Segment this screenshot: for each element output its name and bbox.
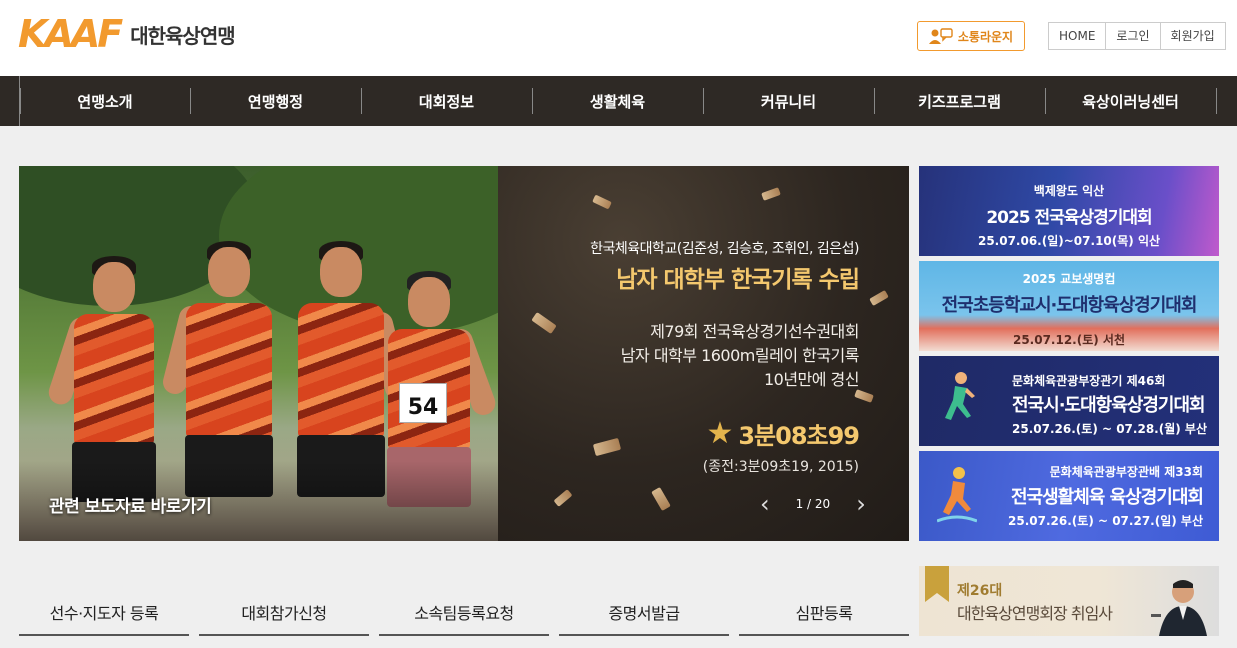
- login-link[interactable]: 로그인: [1106, 23, 1161, 49]
- nav-divider: [1216, 88, 1217, 114]
- banner-date: 25.07.06.(일)~07.10(목) 익산: [977, 234, 1161, 248]
- banner-kicker: 문화체육관광부장관기 제46회: [1012, 374, 1166, 388]
- nav-item-sports-for-all[interactable]: 생활체육: [532, 76, 703, 126]
- banner-provincial-meet[interactable]: 문화체육관광부장관기 제46회 전국시·도대항육상경기대회 25.07.26.(…: [919, 356, 1219, 446]
- nav-item-community[interactable]: 커뮤니티: [703, 76, 874, 126]
- logo-mark: KAAF: [18, 12, 123, 56]
- hero-record: ★ 3분08초99: [706, 416, 860, 451]
- hero-subtitle: 한국체육대학교(김준성, 김승호, 조휘인, 김은섭): [590, 241, 859, 257]
- nav-item-about[interactable]: 연맹소개: [19, 76, 190, 126]
- banner-date: 25.07.26.(토) ~ 07.27.(일) 부산: [1008, 514, 1203, 528]
- race-bib: 54: [399, 383, 447, 423]
- confetti: [869, 290, 889, 306]
- hero-title: 남자 대학부 한국기록 수립: [616, 267, 860, 293]
- banner-national-meet[interactable]: 백제왕도 익산 2025 전국육상경기대회 25.07.06.(일)~07.10…: [919, 166, 1219, 256]
- ribbon-icon: [925, 566, 949, 602]
- chevron-left-icon[interactable]: ‹: [760, 492, 770, 516]
- logo-text: 대한육상연맹: [130, 23, 235, 48]
- confetti: [592, 194, 612, 210]
- banner-kicker: 백제왕도 익산: [1033, 184, 1105, 198]
- banner-kicker: 문화체육관광부장관배 제33회: [1049, 465, 1203, 479]
- hero-text-panel: 한국체육대학교(김준성, 김승호, 조휘인, 김은섭) 남자 대학부 한국기록 …: [498, 166, 909, 541]
- hero-slider: 54 관련 보도자료 바로가기 한국체육대학교(김준성, 김승호, 조휘인, 김…: [19, 166, 909, 541]
- confetti: [854, 389, 874, 403]
- confetti: [651, 486, 671, 512]
- hero-line-1: 제79회 전국육상경기선수권대회: [650, 322, 859, 341]
- banner-title: 전국초등학교시·도대항육상경기대회: [941, 295, 1198, 316]
- chevron-right-icon[interactable]: ›: [856, 492, 866, 516]
- slider-pager: ‹ 1 / 20 ›: [760, 492, 866, 516]
- site-header: KAAF 대한육상연맹 소통라운지 HOME 로그인 회원가입: [0, 0, 1237, 76]
- press-release-link[interactable]: 관련 보도자료 바로가기: [49, 492, 212, 517]
- confetti: [761, 187, 781, 201]
- banner-title: 2025 전국육상경기대회: [986, 208, 1152, 228]
- main-nav: 연맹소개 연맹행정 대회정보 생활체육 커뮤니티 키즈프로그램 육상이러닝센터: [0, 76, 1237, 126]
- confetti: [553, 489, 573, 507]
- nav-item-kids-program[interactable]: 키즈프로그램: [874, 76, 1045, 126]
- quick-link-registration[interactable]: 선수·지도자 등록: [19, 592, 189, 636]
- banner-date: 25.07.12.(토) 서천: [1012, 333, 1126, 347]
- banner-title: 전국생활체육 육상경기대회: [1011, 487, 1204, 508]
- record-value: 3분08초99: [738, 422, 860, 450]
- quick-link-certificate[interactable]: 증명서발급: [559, 592, 729, 636]
- nav-item-elearning[interactable]: 육상이러닝센터: [1045, 76, 1216, 126]
- site-logo[interactable]: KAAF 대한육상연맹: [18, 12, 236, 56]
- quick-link-entry[interactable]: 대회참가신청: [199, 592, 369, 636]
- quick-links: 선수·지도자 등록 대회참가신청 소속팀등록요청 증명서발급 심판등록: [19, 592, 909, 636]
- president-speech-banner[interactable]: 제26대 대한육상연맹회장 취임사: [919, 566, 1219, 636]
- hero-photo[interactable]: 54 관련 보도자료 바로가기: [19, 166, 559, 541]
- chat-user-icon: [928, 28, 953, 44]
- slide-counter: 1 / 20: [795, 497, 831, 511]
- confetti: [531, 312, 557, 334]
- lounge-label: 소통라운지: [957, 29, 1014, 44]
- hero-line-2: 남자 대학부 1600m릴레이 한국기록: [620, 346, 860, 365]
- hero-line-3: 10년만에 경신: [763, 370, 860, 389]
- previous-record: (종전:3분09초19, 2015): [702, 459, 859, 475]
- nav-item-admin[interactable]: 연맹행정: [190, 76, 361, 126]
- runner-icon: [945, 372, 975, 420]
- star-icon: ★: [706, 416, 733, 451]
- confetti: [592, 437, 622, 457]
- banner-elementary-meet[interactable]: 2025 교보생명컵 전국초등학교시·도대항육상경기대회 25.07.12.(토…: [919, 261, 1219, 351]
- banner-title: 대한육상연맹회장 취임사: [957, 604, 1113, 623]
- quick-link-team-request[interactable]: 소속팀등록요청: [379, 592, 549, 636]
- runner-icon: [937, 467, 977, 523]
- quick-link-referee[interactable]: 심판등록: [739, 592, 909, 636]
- banner-title: 전국시·도대항육상경기대회: [1012, 395, 1206, 416]
- president-photo: [1151, 580, 1207, 636]
- lounge-button[interactable]: 소통라운지: [917, 21, 1025, 51]
- banner-kicker: 제26대: [957, 583, 1003, 599]
- nav-item-competitions[interactable]: 대회정보: [361, 76, 532, 126]
- banner-kicker: 2025 교보생명컵: [1022, 272, 1116, 286]
- home-link[interactable]: HOME: [1049, 23, 1107, 49]
- banner-sports-for-all-meet[interactable]: 문화체육관광부장관배 제33회 전국생활체육 육상경기대회 25.07.26.(…: [919, 451, 1219, 541]
- banner-date: 25.07.26.(토) ~ 07.28.(월) 부산: [1012, 422, 1207, 436]
- utility-links: HOME 로그인 회원가입: [1048, 22, 1226, 50]
- signup-link[interactable]: 회원가입: [1161, 23, 1225, 49]
